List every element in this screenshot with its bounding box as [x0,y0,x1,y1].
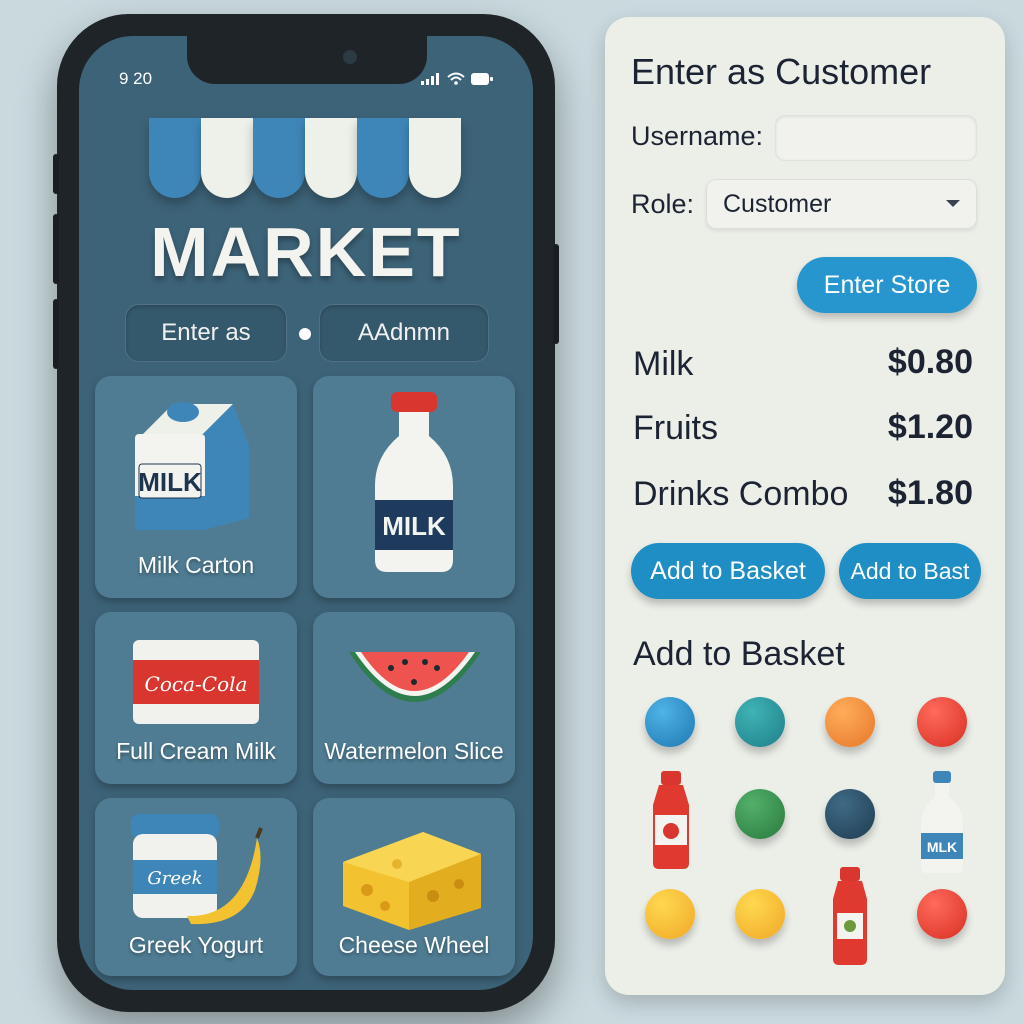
milk-carton-icon: MILK [135,402,249,530]
yogurt-text: Greek [147,868,202,889]
volume-up-button [53,214,59,284]
username-input[interactable] [775,115,977,161]
signal-icon [421,72,439,85]
product-tile-watermelon-slice[interactable]: Watermelon Slice [313,612,515,784]
milk-bottle-text: MILK [382,511,446,541]
notch [187,36,427,84]
panel-title: Enter as Customer [631,51,932,92]
soda-box-text: Coca-Cola [145,672,248,696]
tile-label-full-cream-milk: Full Cream Milk [116,738,276,764]
navy-ball-icon[interactable] [825,789,875,839]
product-tile-milk-carton[interactable]: MILK Milk Carton [95,376,297,598]
product-tile-cheese-wheel[interactable]: Cheese Wheel [313,798,515,976]
green-ball-icon[interactable] [735,789,785,839]
toggle-dot [299,328,311,340]
yellow-ball-icon[interactable] [645,889,695,939]
item-name-fruits: Fruits [633,409,718,447]
mini-milk-text: MLK [927,839,957,855]
product-tile-greek-yogurt[interactable]: Greek Greek Yogurt [95,798,297,976]
battery-icon [471,72,493,85]
milk-bottle-icon: MILK [375,392,453,572]
watermelon-icon [349,652,481,702]
add-to-basket-button-secondary[interactable]: Add to Bast [839,543,981,599]
chevron-down-icon [946,200,960,207]
role-label: Role: [631,189,695,219]
status-time: 9 20 [119,69,153,88]
item-name-milk: Milk [633,345,694,383]
enter-as-toggle[interactable]: Enter as [125,304,287,362]
tile-label-watermelon-slice: Watermelon Slice [324,738,504,764]
mini-milk-bottle-icon[interactable]: MLK [917,771,967,875]
blue-ball-icon[interactable] [645,697,695,747]
add-to-basket-button[interactable]: Add to Basket [631,543,825,599]
soda-box-icon: Coca-Cola [133,640,259,724]
admin-toggle[interactable]: AAdnmn [319,304,489,362]
basket-heading: Add to Basket [633,635,845,673]
power-button [553,244,559,344]
item-name-drinks-combo: Drinks Combo [633,475,849,513]
yogurt-banana-icon: Greek [131,814,263,925]
store-awning-icon [149,118,461,198]
volume-down-button [53,299,59,369]
tile-label-milk-carton: Milk Carton [137,552,255,578]
tile-label-cheese-wheel: Cheese Wheel [338,932,490,958]
brand-title: MARKET [150,213,462,291]
item-price-fruits: $1.20 [887,408,973,446]
phone-screen: 9 20 MARKET Enter as AAdnmn MILK Milk Ca [79,36,533,990]
status-bar [421,72,493,85]
mute-switch [53,154,59,194]
item-price-drinks-combo: $1.80 [887,474,973,512]
camera-icon [343,50,357,64]
customer-panel: Enter as Customer Username: Role: Custom… [605,17,1005,995]
red-ball-2-icon[interactable] [917,889,967,939]
item-price-milk: $0.80 [887,343,973,381]
cheese-icon [343,832,481,930]
orange-ball-icon[interactable] [825,697,875,747]
teal-ball-icon[interactable] [735,697,785,747]
milk-carton-text: MILK [138,467,202,497]
lemon-ball-icon[interactable] [735,889,785,939]
wifi-icon [447,72,465,85]
product-tile-full-cream-milk[interactable]: Coca-Cola Full Cream Milk [95,612,297,784]
enter-store-button[interactable]: Enter Store [797,257,977,313]
phone-frame: 9 20 MARKET Enter as AAdnmn MILK Milk Ca [53,14,559,1012]
tile-label-greek-yogurt: Greek Yogurt [128,932,264,958]
ketchup-bottle-icon[interactable] [649,771,693,871]
product-tile-milk-bottle[interactable]: MILK [313,376,515,598]
red-ball-icon[interactable] [917,697,967,747]
role-select[interactable]: Customer [706,179,977,229]
sauce-bottle-icon[interactable] [827,867,873,967]
role-select-value: Customer [723,190,832,218]
username-label: Username: [631,121,764,151]
